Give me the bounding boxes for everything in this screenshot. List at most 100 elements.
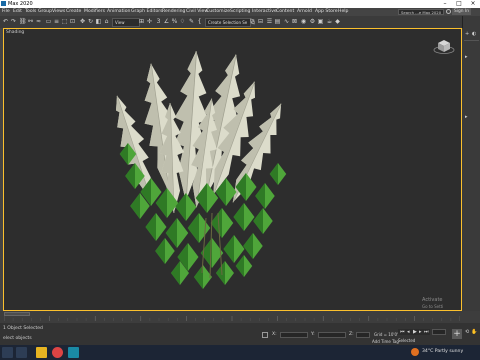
selection-set-dropdown[interactable]: Create Selection Se [205, 18, 251, 27]
lock-selection-icon[interactable] [262, 332, 268, 338]
edit-named-sets-icon[interactable]: ✎ [188, 18, 195, 25]
menu-group[interactable]: Group [38, 9, 52, 14]
named-sets-icon[interactable]: { [196, 18, 203, 25]
menu-graph-editors[interactable]: Graph Editors [131, 9, 163, 14]
scale-icon[interactable]: ◧ [95, 18, 102, 25]
nav-controls: ⟲ ✋ [465, 329, 477, 341]
pan-icon[interactable]: ✋ [471, 329, 477, 335]
user-icon[interactable] [446, 9, 451, 14]
redo-icon[interactable]: ↷ [10, 18, 17, 25]
sign-in-button[interactable]: Sign In [452, 8, 472, 15]
coord-z-label: Z: [349, 332, 354, 337]
menu-civil-view[interactable]: Civil View [186, 9, 208, 14]
add-icon[interactable]: + [465, 31, 469, 37]
menu-arnold[interactable]: Arnold [297, 9, 312, 14]
zoom-plus-icon[interactable]: + [452, 329, 462, 339]
title-bar: Max 2020 – □ × [0, 0, 480, 8]
scene-explorer-icon[interactable]: ▤ [274, 18, 281, 25]
prev-frame-icon[interactable]: ◂ [407, 329, 410, 335]
search-input[interactable]: Search ...e Max 2020 [398, 9, 444, 15]
coord-y-field[interactable] [318, 332, 346, 338]
rollout-toggle-icon[interactable]: ▸ [465, 114, 468, 120]
window-title: Max 2020 [8, 1, 33, 7]
orbit-icon[interactable]: ⟲ [465, 329, 469, 335]
chrome-icon[interactable] [52, 347, 63, 358]
modify-icon[interactable]: ◐ [472, 31, 476, 37]
plant-model[interactable] [114, 43, 304, 293]
next-frame-icon[interactable]: ▸ [419, 329, 422, 335]
bind-icon[interactable]: ≈ [35, 18, 42, 25]
render-setup-icon[interactable]: ⚙ [309, 18, 316, 25]
command-panel-tabs [462, 16, 480, 28]
mirror-icon[interactable]: ⧎ [249, 18, 256, 25]
weather-text[interactable]: 34°C Partly sunny [422, 349, 463, 354]
go-to-end-icon[interactable]: ⏭ [424, 329, 429, 335]
menu-edit[interactable]: Edit [13, 9, 22, 14]
spinner-snap-icon[interactable]: ♢ [179, 18, 186, 25]
search-icon[interactable] [16, 347, 27, 358]
rect-selection-icon[interactable]: ⬚ [61, 18, 68, 25]
menu-tools[interactable]: Tools [25, 9, 36, 14]
schematic-view-icon[interactable]: ⊠ [291, 18, 298, 25]
move-icon[interactable]: ✥ [79, 18, 86, 25]
percent-snap-icon[interactable]: % [171, 18, 178, 25]
layer-icon[interactable]: ☰ [266, 18, 273, 25]
menu-animation[interactable]: Animation [107, 9, 130, 14]
maximize-button[interactable]: □ [452, 0, 466, 8]
main-toolbar: ↶ ↷ ⛓ ⚯ ≈ ▭ ≡ ⬚ ⊡ ✥ ↻ ◧ ⌂ View ⊞ ✢ 3 ∠ %… [0, 16, 480, 28]
select-manipulate-icon[interactable]: ✢ [146, 18, 153, 25]
close-button[interactable]: × [466, 0, 480, 8]
viewcube-icon[interactable] [433, 37, 455, 55]
menu-app-store[interactable]: App Store [315, 9, 338, 14]
menu-views[interactable]: Views [52, 9, 65, 14]
select-by-name-icon[interactable]: ≡ [53, 18, 60, 25]
window-crossing-icon[interactable]: ⊡ [69, 18, 76, 25]
rotate-icon[interactable]: ↻ [87, 18, 94, 25]
view-dropdown[interactable]: View [112, 18, 140, 27]
menu-scripting[interactable]: Scripting [230, 9, 250, 14]
menu-content[interactable]: Content [276, 9, 294, 14]
prompt-line: elect objects [3, 336, 32, 341]
menu-create[interactable]: Create [66, 9, 81, 14]
align-icon[interactable]: ⊟ [257, 18, 264, 25]
coord-z-field[interactable] [356, 332, 370, 338]
material-editor-icon[interactable]: ◉ [300, 18, 307, 25]
selection-status: 1 Object Selected [3, 326, 43, 331]
menu-modifiers[interactable]: Modifiers [84, 9, 105, 14]
app-logo-icon [1, 1, 6, 6]
unlink-icon[interactable]: ⚯ [27, 18, 34, 25]
explorer-icon[interactable] [36, 347, 47, 358]
rollout-toggle-icon[interactable]: ▸ [465, 54, 468, 60]
minimize-button[interactable]: – [438, 0, 452, 8]
render-icon[interactable]: ☕ [326, 18, 333, 25]
menu-customize[interactable]: Customize [206, 9, 230, 14]
render-frame-icon[interactable]: ▣ [317, 18, 324, 25]
pivot-icon[interactable]: ⊞ [138, 18, 145, 25]
add-time-tag-button[interactable]: Add Time Tag [372, 339, 399, 344]
arnold-icon[interactable]: ◆ [334, 18, 341, 25]
weather-icon[interactable] [411, 348, 419, 356]
start-icon[interactable] [2, 347, 13, 358]
link-icon[interactable]: ⛓ [19, 18, 27, 25]
3dsmax-icon[interactable] [68, 347, 79, 358]
menu-interactive[interactable]: Interactive [252, 9, 277, 14]
menu-help[interactable]: Help [338, 9, 348, 14]
select-icon[interactable]: ▭ [45, 18, 52, 25]
go-to-start-icon[interactable]: ⏮ [400, 329, 405, 335]
angle-snap-icon[interactable]: ∠ [163, 18, 170, 25]
current-frame-field[interactable] [432, 329, 446, 335]
menu-file[interactable]: File [2, 9, 10, 14]
perspective-viewport[interactable]: Shading Activate Go to Setti [3, 28, 462, 311]
curve-editor-icon[interactable]: ∿ [283, 18, 290, 25]
undo-icon[interactable]: ↶ [2, 18, 9, 25]
placement-icon[interactable]: ⌂ [103, 18, 110, 25]
coord-x-field[interactable] [280, 332, 308, 338]
set-key-label: Selected [398, 338, 416, 343]
viewport-label[interactable]: Shading [6, 30, 24, 35]
menu-bar: File Edit Tools Group Views Create Modif… [0, 8, 480, 16]
activate-windows-line2: Go to Setti [422, 304, 444, 309]
menu-rendering[interactable]: Rendering [162, 9, 185, 14]
play-icon[interactable]: ▶ [413, 329, 417, 335]
snap-3-icon[interactable]: 3 [155, 18, 162, 25]
grid-readout: Grid = 10'0" [374, 332, 399, 337]
